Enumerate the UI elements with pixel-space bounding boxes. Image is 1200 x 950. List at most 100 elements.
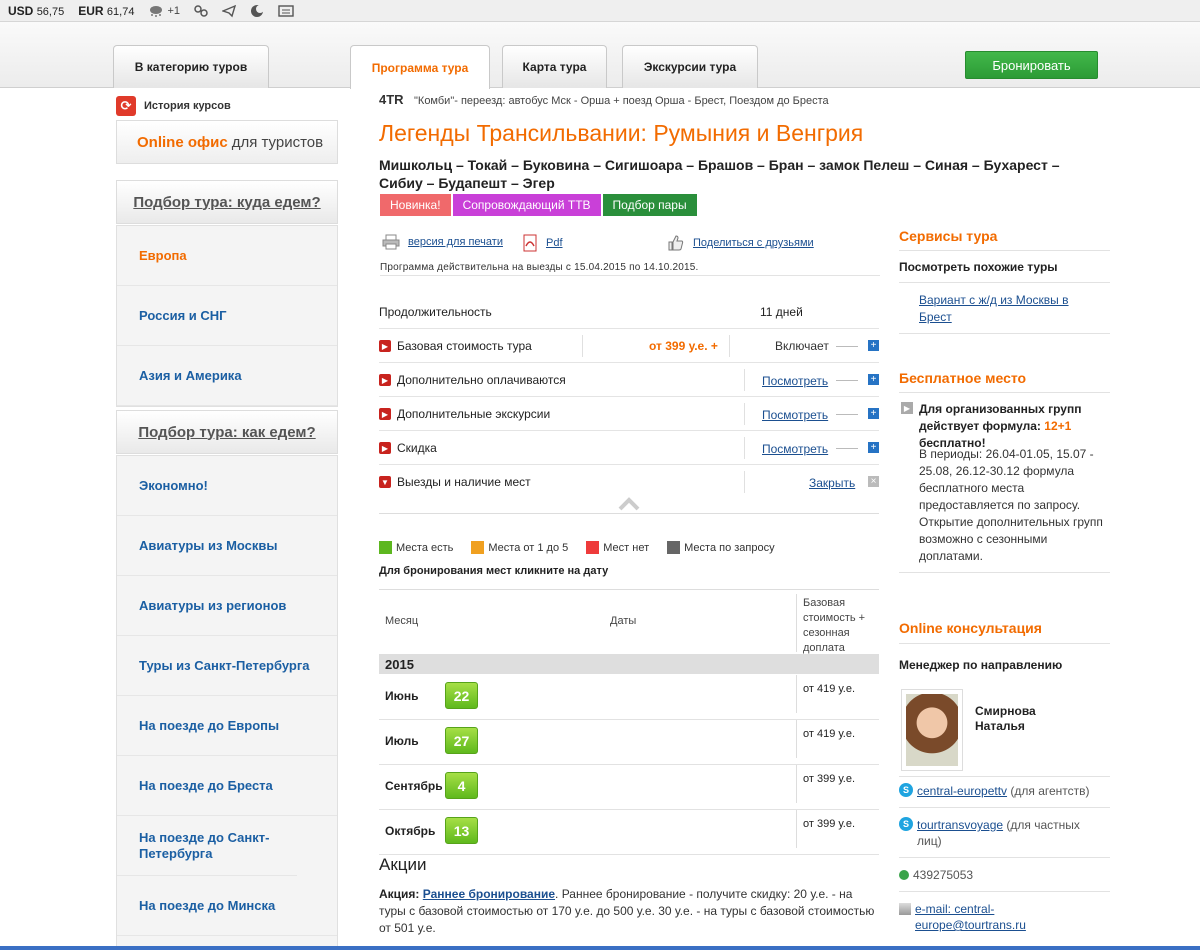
tour-badges: Новинка! Сопровождающий ТТВ Подбор пары bbox=[380, 194, 697, 216]
table-row: Октябрь 13 от 399 у.е. bbox=[379, 810, 879, 855]
top-info-bar: USD 56,75 EUR 61,74 +1 bbox=[0, 0, 1200, 22]
date-button[interactable]: 27 bbox=[445, 727, 478, 754]
tab-category[interactable]: В категорию туров bbox=[113, 45, 269, 88]
legend-few: Места от 1 до 5 bbox=[471, 541, 568, 554]
print-link[interactable]: версия для печати bbox=[382, 234, 503, 250]
dates-table-header: Месяц Даты Базовая стоимость + сезонная … bbox=[379, 589, 879, 654]
base-price-value: от 399 у.е. + bbox=[649, 339, 718, 353]
how-nav-list: Экономно! Авиатуры из Москвы Авиатуры из… bbox=[116, 455, 338, 950]
history-label: История курсов bbox=[144, 100, 231, 112]
nav-train-spb[interactable]: На поезде до Санкт-Петербурга bbox=[117, 816, 297, 876]
tab-excursions[interactable]: Экскурсии тура bbox=[622, 45, 758, 88]
duration-value: 11 дней bbox=[760, 305, 803, 319]
promo-link[interactable]: Раннее бронирование bbox=[423, 887, 555, 901]
online-office-button[interactable]: Online офис для туристов bbox=[116, 120, 338, 164]
email-link[interactable]: e-mail: central-europe@tourtrans.ru bbox=[915, 901, 1089, 933]
arrow-right-icon: ▶ bbox=[379, 408, 391, 420]
nav-train-minsk[interactable]: На поезде до Минска bbox=[117, 876, 337, 936]
col-separator bbox=[744, 403, 745, 425]
divider bbox=[899, 572, 1110, 573]
date-button[interactable]: 22 bbox=[445, 682, 478, 709]
tab-map[interactable]: Карта тура bbox=[502, 45, 607, 88]
office-label: для туристов bbox=[231, 133, 324, 151]
where-box-title[interactable]: Подбор тура: куда едем? bbox=[116, 180, 338, 224]
nav-train-europe[interactable]: На поезде до Европы bbox=[117, 696, 337, 756]
news-icon[interactable] bbox=[278, 4, 294, 18]
departures-row[interactable]: ▼ Выезды и наличие мест Закрыть × bbox=[379, 465, 879, 499]
where-nav-list: Европа Россия и СНГ Азия и Америка bbox=[116, 225, 338, 407]
col-separator bbox=[796, 675, 797, 713]
variant-link[interactable]: Вариант с ж/д из Москвы в Брест bbox=[919, 292, 1089, 326]
similar-tours-link[interactable]: Посмотреть похожие туры bbox=[899, 260, 1058, 274]
divider bbox=[380, 275, 880, 276]
tour-cities: Мишкольц – Токай – Буковина – Сигишоара … bbox=[379, 157, 1060, 191]
col-price: Базовая стоимость + сезонная доплата bbox=[803, 597, 866, 654]
booking-hint: Для бронирования мест кликните на дату bbox=[379, 565, 609, 577]
connector-line bbox=[836, 380, 858, 381]
thumbs-up-icon bbox=[668, 235, 684, 251]
share-link[interactable]: Поделиться с друзьями bbox=[667, 234, 814, 252]
date-button[interactable]: 13 bbox=[445, 817, 478, 844]
nav-avia-moscow[interactable]: Авиатуры из Москвы bbox=[117, 516, 337, 576]
tour-route: "Комби"- переезд: автобус Мск - Орша + п… bbox=[414, 95, 829, 107]
includes-link[interactable]: Включает bbox=[775, 339, 829, 353]
pdf-link[interactable]: Pdf bbox=[522, 234, 563, 252]
connector-line bbox=[836, 346, 858, 347]
col-separator bbox=[744, 437, 745, 459]
history-link[interactable]: ⟳ История курсов bbox=[116, 96, 231, 116]
chevron-up-icon[interactable] bbox=[618, 497, 640, 511]
nav-avia-regions[interactable]: Авиатуры из регионов bbox=[117, 576, 337, 636]
free-formula: Для организованных групп действует форму… bbox=[919, 402, 1082, 450]
skype-private-link[interactable]: tourtransvoyage bbox=[917, 818, 1003, 832]
discount-row[interactable]: ▶ Скидка Посмотреть + bbox=[379, 431, 879, 465]
skype-agency-link[interactable]: central-europettv bbox=[917, 784, 1007, 798]
avatar bbox=[901, 689, 963, 771]
page-bottom-bar bbox=[0, 946, 1200, 950]
base-price-row[interactable]: ▶ Базовая стоимость тура от 399 у.е. + Вк… bbox=[379, 329, 879, 363]
telegram-icon[interactable] bbox=[221, 4, 236, 18]
skype-agency: S central-europettv (для агентств) bbox=[899, 783, 1090, 799]
mail-icon bbox=[899, 903, 911, 915]
expand-plus-icon[interactable]: + bbox=[868, 340, 879, 351]
weather-widget[interactable]: +1 bbox=[148, 4, 180, 18]
nav-train-brest[interactable]: На поезде до Бреста bbox=[117, 756, 337, 816]
table-row: Сентябрь 4 от 399 у.е. bbox=[379, 765, 879, 810]
badge-escort[interactable]: Сопровождающий ТТВ bbox=[452, 194, 601, 216]
extra-excursions-row[interactable]: ▶ Дополнительные экскурсии Посмотреть + bbox=[379, 397, 879, 431]
badge-new[interactable]: Новинка! bbox=[380, 194, 451, 216]
view-extra-paid-link[interactable]: Посмотреть bbox=[762, 374, 828, 388]
col-separator bbox=[744, 369, 745, 391]
book-button[interactable]: Бронировать bbox=[965, 51, 1098, 79]
col-separator bbox=[744, 471, 745, 493]
month-name: Октябрь bbox=[385, 824, 436, 838]
close-departures-link[interactable]: Закрыть bbox=[809, 476, 855, 490]
tab-program[interactable]: Программа тура bbox=[350, 45, 490, 89]
legend-available: Места есть bbox=[379, 541, 453, 554]
date-button[interactable]: 4 bbox=[445, 772, 478, 799]
how-box-title[interactable]: Подбор тура: как едем? bbox=[116, 410, 338, 454]
badge-pair[interactable]: Подбор пары bbox=[602, 194, 697, 216]
manager-label: Менеджер по направлению bbox=[899, 658, 1063, 672]
pdf-icon bbox=[523, 234, 537, 252]
arrow-right-icon: ▶ bbox=[379, 374, 391, 386]
legend-none: Мест нет bbox=[586, 541, 649, 554]
nav-europe[interactable]: Европа bbox=[117, 226, 337, 286]
nav-russia[interactable]: Россия и СНГ bbox=[117, 286, 337, 346]
view-excursions-link[interactable]: Посмотреть bbox=[762, 408, 828, 422]
expand-plus-icon[interactable]: + bbox=[868, 374, 879, 385]
moon-icon[interactable] bbox=[250, 4, 264, 18]
office-label-accent: Online офис bbox=[137, 133, 228, 151]
extra-paid-label: ▶ Дополнительно оплачиваются bbox=[379, 373, 566, 387]
nav-asia[interactable]: Азия и Америка bbox=[117, 346, 337, 406]
month-price: от 419 у.е. bbox=[803, 683, 856, 695]
extra-paid-row[interactable]: ▶ Дополнительно оплачиваются Посмотреть + bbox=[379, 363, 879, 397]
refresh-icon: ⟳ bbox=[116, 96, 136, 116]
promo-text: Акция: Раннее бронирование. Раннее брони… bbox=[379, 887, 875, 935]
nav-spb-tours[interactable]: Туры из Санкт-Петербурга bbox=[117, 636, 337, 696]
zodiac-icon[interactable] bbox=[194, 4, 208, 18]
collapse-icon[interactable]: × bbox=[868, 476, 879, 487]
view-discount-link[interactable]: Посмотреть bbox=[762, 442, 828, 456]
expand-plus-icon[interactable]: + bbox=[868, 442, 879, 453]
nav-econom[interactable]: Экономно! bbox=[117, 456, 337, 516]
expand-plus-icon[interactable]: + bbox=[868, 408, 879, 419]
